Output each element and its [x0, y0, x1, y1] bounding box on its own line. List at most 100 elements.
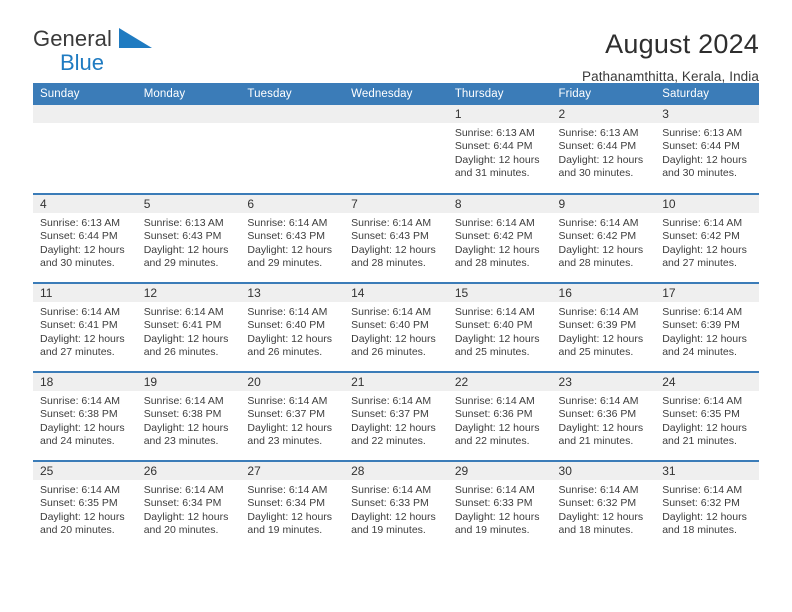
calendar-day-cell[interactable]: 1 Sunrise: 6:13 AM Sunset: 6:44 PM Daylight… — [447, 105, 552, 194]
weekday-header-friday: Friday — [551, 83, 656, 105]
calendar-grid: Sunday Monday Tuesday Wednesday Thursday Frid… — [33, 83, 759, 550]
day-details: Sunrise: 6:14 AM Sunset: 6:39 PM Daylight:… — [552, 302, 656, 360]
calendar-day-cell[interactable]: 4 Sunrise: 6:13 AM Sunset: 6:44 PM Daylight… — [33, 193, 137, 283]
daylight-text: Daylight: 12 hours and 26 minutes. — [247, 332, 333, 359]
calendar-day-cell[interactable]: 3 Sunrise: 6:13 AM Sunset: 6:44 PM Daylight… — [655, 105, 759, 194]
daylight-text: Daylight: 12 hours and 30 minutes. — [40, 243, 125, 270]
sunrise-text: Sunrise: 6:14 AM — [454, 306, 535, 318]
calendar-day-cell[interactable]: 30 Sunrise: 6:14 AM Sunset: 6:32 PM Dayligh… — [551, 460, 656, 550]
calendar-day-cell[interactable]: 5 Sunrise: 6:13 AM Sunset: 6:43 PM Daylight… — [136, 193, 241, 283]
calendar-day-cell[interactable]: 26 Sunrise: 6:14 AM Sunset: 6:34 PM Dayligh… — [136, 460, 241, 550]
daylight-text: Daylight: 12 hours and 22 minutes. — [351, 421, 436, 448]
sunset-text: Sunset: 6:40 PM — [351, 319, 429, 332]
day-details: Sunrise: 6:13 AM Sunset: 6:44 PM Daylight:… — [655, 123, 759, 181]
calendar-day-cell[interactable]: 8 Sunrise: 6:14 AM Sunset: 6:42 PM Daylight… — [447, 193, 552, 283]
daylight-text: Daylight: 12 hours and 20 minutes. — [40, 510, 125, 537]
day-number: 27 — [240, 462, 345, 480]
daylight-text: Daylight: 12 hours and 31 minutes. — [454, 153, 540, 180]
calendar-day-cell[interactable]: 31 Sunrise: 6:14 AM Sunset: 6:32 PM Dayligh… — [655, 460, 759, 550]
sunrise-text: Sunrise: 6:14 AM — [454, 484, 535, 496]
sunset-text: Sunset: 6:41 PM — [143, 319, 222, 332]
sunset-text: Sunset: 6:36 PM — [454, 408, 533, 421]
calendar-cell-empty — [136, 105, 241, 194]
calendar-day-cell[interactable]: 11 Sunrise: 6:14 AM Sunset: 6:41 PM Dayligh… — [33, 282, 137, 372]
daylight-text: Daylight: 12 hours and 19 minutes. — [351, 510, 436, 537]
day-number — [344, 105, 448, 123]
calendar-day-cell[interactable]: 15 Sunrise: 6:14 AM Sunset: 6:40 PM Dayligh… — [447, 282, 552, 372]
calendar-day-cell[interactable]: 21 Sunrise: 6:14 AM Sunset: 6:37 PM Dayligh… — [344, 371, 448, 461]
daylight-text: Daylight: 12 hours and 28 minutes. — [454, 243, 540, 270]
daylight-text: Daylight: 12 hours and 18 minutes. — [558, 510, 644, 537]
calendar-week-row: 1 Sunrise: 6:13 AM Sunset: 6:44 PM Daylight… — [33, 105, 759, 194]
location-subtitle: Pathanamthitta, Kerala, India — [581, 68, 759, 84]
calendar-day-cell[interactable]: 9 Sunrise: 6:14 AM Sunset: 6:42 PM Daylight… — [551, 193, 656, 283]
daylight-text: Daylight: 12 hours and 27 minutes. — [662, 243, 747, 270]
day-number: 6 — [240, 195, 345, 213]
day-details: Sunrise: 6:14 AM Sunset: 6:38 PM Daylight:… — [33, 391, 137, 449]
calendar-day-cell[interactable]: 28 Sunrise: 6:14 AM Sunset: 6:33 PM Dayligh… — [344, 460, 448, 550]
sunrise-text: Sunrise: 6:13 AM — [662, 127, 743, 139]
day-number: 4 — [33, 195, 137, 213]
calendar-day-cell[interactable]: 14 Sunrise: 6:14 AM Sunset: 6:40 PM Dayligh… — [344, 282, 448, 372]
daylight-text: Daylight: 12 hours and 21 minutes. — [662, 421, 747, 448]
calendar-day-cell[interactable]: 20 Sunrise: 6:14 AM Sunset: 6:37 PM Dayligh… — [240, 371, 345, 461]
day-number: 18 — [33, 373, 137, 391]
sunrise-text: Sunrise: 6:14 AM — [40, 484, 120, 496]
calendar-day-cell[interactable]: 22 Sunrise: 6:14 AM Sunset: 6:36 PM Dayligh… — [447, 371, 552, 461]
calendar-week-row: 4 Sunrise: 6:13 AM Sunset: 6:44 PM Daylight… — [33, 193, 759, 283]
day-details: Sunrise: 6:14 AM Sunset: 6:37 PM Daylight:… — [344, 391, 448, 449]
weekday-header-monday: Monday — [136, 83, 241, 105]
sunset-text: Sunset: 6:36 PM — [558, 408, 637, 421]
daylight-text: Daylight: 12 hours and 30 minutes. — [662, 153, 747, 180]
day-details: Sunrise: 6:13 AM Sunset: 6:43 PM Daylight:… — [137, 213, 241, 271]
day-details: Sunrise: 6:14 AM Sunset: 6:40 PM Daylight:… — [344, 302, 448, 360]
brand-logo[interactable]: General Blue — [33, 28, 233, 80]
sunrise-text: Sunrise: 6:14 AM — [662, 306, 743, 318]
sunrise-text: Sunrise: 6:14 AM — [247, 484, 328, 496]
sunset-text: Sunset: 6:35 PM — [662, 408, 740, 421]
daylight-text: Daylight: 12 hours and 23 minutes. — [247, 421, 333, 448]
sunrise-text: Sunrise: 6:14 AM — [351, 306, 432, 318]
sunrise-text: Sunrise: 6:14 AM — [454, 217, 535, 229]
sunrise-text: Sunrise: 6:13 AM — [454, 127, 535, 139]
calendar-day-cell[interactable]: 16 Sunrise: 6:14 AM Sunset: 6:39 PM Dayligh… — [551, 282, 656, 372]
day-number: 21 — [344, 373, 448, 391]
sunset-text: Sunset: 6:42 PM — [454, 230, 533, 243]
calendar-day-cell[interactable]: 18 Sunrise: 6:14 AM Sunset: 6:38 PM Dayligh… — [33, 371, 137, 461]
calendar-day-cell[interactable]: 17 Sunrise: 6:14 AM Sunset: 6:39 PM Dayligh… — [655, 282, 759, 372]
calendar-day-cell[interactable]: 6 Sunrise: 6:14 AM Sunset: 6:43 PM Daylight… — [240, 193, 345, 283]
sunset-text: Sunset: 6:32 PM — [662, 497, 740, 510]
calendar-day-cell[interactable]: 25 Sunrise: 6:14 AM Sunset: 6:35 PM Dayligh… — [33, 460, 137, 550]
day-details: Sunrise: 6:14 AM Sunset: 6:36 PM Daylight:… — [552, 391, 656, 449]
calendar-day-cell[interactable]: 10 Sunrise: 6:14 AM Sunset: 6:42 PM Dayligh… — [655, 193, 759, 283]
calendar-day-cell[interactable]: 27 Sunrise: 6:14 AM Sunset: 6:34 PM Dayligh… — [240, 460, 345, 550]
sunset-text: Sunset: 6:33 PM — [454, 497, 533, 510]
day-number: 25 — [33, 462, 137, 480]
calendar-cell-empty — [344, 105, 448, 194]
daylight-text: Daylight: 12 hours and 29 minutes. — [247, 243, 333, 270]
day-details: Sunrise: 6:14 AM Sunset: 6:42 PM Daylight:… — [552, 213, 656, 271]
calendar-day-cell[interactable]: 7 Sunrise: 6:14 AM Sunset: 6:43 PM Daylight… — [344, 193, 448, 283]
day-number: 28 — [344, 462, 448, 480]
calendar-week-row: 11 Sunrise: 6:14 AM Sunset: 6:41 PM Dayligh… — [33, 282, 759, 372]
calendar-day-cell[interactable]: 24 Sunrise: 6:14 AM Sunset: 6:35 PM Dayligh… — [655, 371, 759, 461]
day-number: 20 — [240, 373, 345, 391]
sunset-text: Sunset: 6:41 PM — [40, 319, 118, 332]
day-details: Sunrise: 6:14 AM Sunset: 6:32 PM Daylight:… — [655, 480, 759, 538]
day-details: Sunrise: 6:14 AM Sunset: 6:36 PM Daylight:… — [448, 391, 552, 449]
calendar-day-cell[interactable]: 2 Sunrise: 6:13 AM Sunset: 6:44 PM Daylight… — [551, 105, 656, 194]
calendar-day-cell[interactable]: 19 Sunrise: 6:14 AM Sunset: 6:38 PM Dayligh… — [136, 371, 241, 461]
sunset-text: Sunset: 6:44 PM — [454, 140, 533, 153]
sunrise-text: Sunrise: 6:14 AM — [351, 395, 432, 407]
calendar-day-cell[interactable]: 13 Sunrise: 6:14 AM Sunset: 6:40 PM Dayligh… — [240, 282, 345, 372]
sunrise-text: Sunrise: 6:14 AM — [558, 217, 639, 229]
calendar-day-cell[interactable]: 12 Sunrise: 6:14 AM Sunset: 6:41 PM Dayligh… — [136, 282, 241, 372]
day-number: 8 — [447, 195, 552, 213]
day-number: 15 — [447, 284, 552, 302]
title-block: August 2024 Pathanamthitta, Kerala, Indi… — [581, 28, 759, 84]
daylight-text: Daylight: 12 hours and 24 minutes. — [40, 421, 125, 448]
calendar-day-cell[interactable]: 29 Sunrise: 6:14 AM Sunset: 6:33 PM Dayligh… — [447, 460, 552, 550]
sunset-text: Sunset: 6:44 PM — [662, 140, 740, 153]
calendar-day-cell[interactable]: 23 Sunrise: 6:14 AM Sunset: 6:36 PM Dayligh… — [551, 371, 656, 461]
sunset-text: Sunset: 6:38 PM — [40, 408, 118, 421]
